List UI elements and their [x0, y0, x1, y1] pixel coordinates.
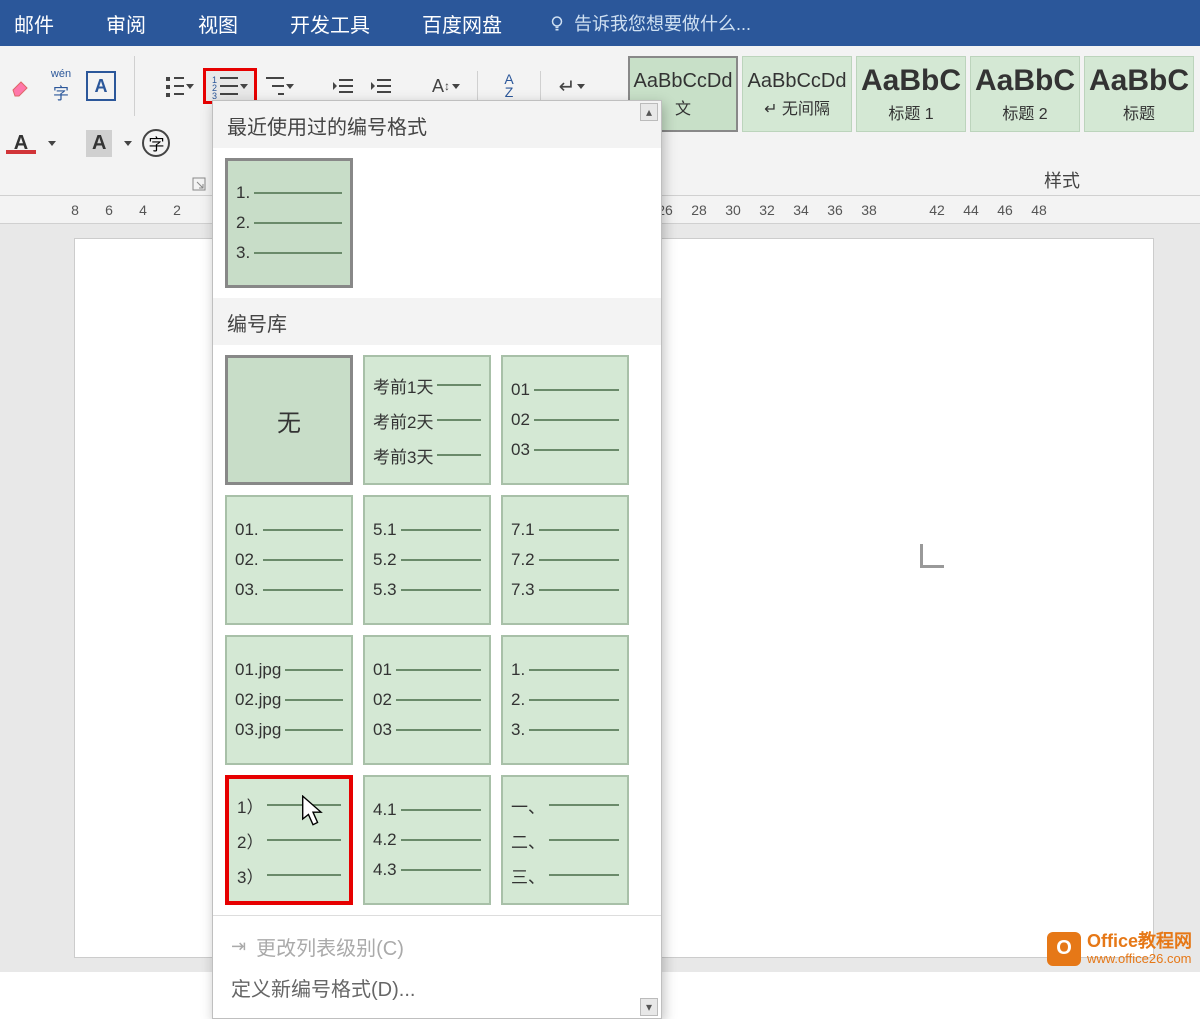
style-preview: AaBbC — [861, 64, 961, 98]
numbering-dropdown: 最近使用过的编号格式 1. 2. 3. 编号库 无 考前1天 考前2天 考前3天… — [212, 100, 662, 1019]
show-marks-button[interactable]: ↵ — [557, 71, 587, 101]
phonetic-guide-button[interactable]: wén 字 — [46, 71, 76, 101]
chevron-down-icon — [186, 84, 194, 89]
phonetic-pinyin: wén — [51, 68, 71, 80]
multilevel-list-button[interactable] — [265, 71, 295, 101]
separator — [134, 56, 135, 116]
library-format-9[interactable]: 1. 2. 3. — [501, 635, 629, 765]
library-none[interactable]: 无 — [225, 355, 353, 485]
tab-mail[interactable]: 邮件 — [8, 9, 60, 38]
chevron-down-icon — [48, 141, 56, 146]
tab-baidu[interactable]: 百度网盘 — [416, 9, 508, 38]
library-format-3[interactable]: 01 02 03 — [501, 355, 629, 485]
library-format-10[interactable]: 1） 2） 3） — [225, 775, 353, 905]
font-color-button[interactable]: A — [6, 132, 36, 154]
ruler-right-marks: 2628303234363842444648 — [650, 202, 1054, 218]
styles-gallery[interactable]: AaBbCcDd文 AaBbCcDd↵ 无间隔 AaBbC标题 1 AaBbC标… — [628, 56, 1194, 191]
tab-view[interactable]: 视图 — [192, 9, 244, 38]
separator — [540, 71, 541, 101]
phonetic-char: 字 — [53, 80, 69, 104]
library-format-8[interactable]: 01 02 03 — [363, 635, 491, 765]
style-nospacing[interactable]: AaBbCcDd↵ 无间隔 — [742, 56, 852, 132]
style-label: 标题 2 — [1002, 100, 1047, 124]
mouse-cursor — [300, 795, 326, 832]
recent-format-1[interactable]: 1. 2. 3. — [225, 158, 353, 288]
style-label: 标题 — [1123, 100, 1155, 124]
bullets-button[interactable] — [165, 71, 195, 101]
scroll-up-button[interactable]: ▴ — [640, 103, 658, 121]
chevron-down-icon — [240, 84, 248, 89]
numbering-button[interactable]: 123 — [203, 68, 257, 104]
style-label: 文 — [675, 95, 691, 119]
menu-bar: 邮件 审阅 视图 开发工具 百度网盘 告诉我您想要做什么... — [0, 0, 1200, 46]
tell-me-search[interactable]: 告诉我您想要做什么... — [548, 10, 751, 36]
library-section-title: 编号库 — [213, 298, 661, 345]
eraser-icon[interactable] — [6, 71, 36, 101]
library-format-6[interactable]: 7.1 7.2 7.3 — [501, 495, 629, 625]
watermark-brand: Office教程网 — [1087, 932, 1192, 952]
watermark-url: www.office26.com — [1087, 952, 1192, 966]
style-preview: AaBbC — [1089, 64, 1189, 98]
library-format-5[interactable]: 5.1 5.2 5.3 — [363, 495, 491, 625]
style-preview: AaBbCcDd — [634, 70, 733, 93]
scroll-down-button[interactable]: ▾ — [640, 998, 658, 1016]
enclose-char-button[interactable]: 字 — [142, 129, 170, 157]
separator — [477, 71, 478, 101]
decrease-indent-button[interactable] — [329, 71, 359, 101]
chevron-down-icon — [577, 84, 585, 89]
text-direction-button[interactable]: A↕ — [431, 71, 461, 101]
lightbulb-icon — [548, 14, 566, 32]
tab-dev[interactable]: 开发工具 — [284, 9, 376, 38]
watermark-icon: O — [1047, 932, 1081, 966]
watermark: O Office教程网 www.office26.com — [1047, 932, 1192, 966]
indent-icon: ⇥ — [231, 936, 246, 957]
change-list-level: ⇥ 更改列表级别(C) — [227, 926, 647, 967]
tell-me-placeholder: 告诉我您想要做什么... — [574, 10, 751, 36]
style-heading2[interactable]: AaBbC标题 2 — [970, 56, 1080, 132]
library-format-4[interactable]: 01. 02. 03. — [225, 495, 353, 625]
style-heading1[interactable]: AaBbC标题 1 — [856, 56, 966, 132]
increase-indent-button[interactable] — [367, 71, 397, 101]
margin-corner-mark — [920, 534, 954, 568]
library-format-11[interactable]: 4.1 4.2 4.3 — [363, 775, 491, 905]
recent-section-title: 最近使用过的编号格式 — [213, 101, 661, 148]
ruler-left-marks: 8642 — [60, 202, 192, 218]
chevron-down-icon — [452, 84, 460, 89]
dropdown-scrollbar[interactable]: ▴ ▾ — [639, 103, 659, 1016]
library-format-7[interactable]: 01.jpg 02.jpg 03.jpg — [225, 635, 353, 765]
tab-review[interactable]: 审阅 — [100, 9, 152, 38]
character-border-button[interactable]: A — [86, 71, 116, 101]
style-label: 标题 1 — [888, 100, 933, 124]
style-label: ↵ 无间隔 — [764, 95, 830, 119]
text-highlight-button[interactable]: A — [86, 130, 112, 157]
dropdown-footer: ⇥ 更改列表级别(C) 定义新编号格式(D)... — [213, 915, 661, 1018]
style-preview: AaBbCcDd — [748, 70, 847, 93]
chevron-down-icon — [286, 84, 294, 89]
dialog-launcher-icon[interactable] — [192, 177, 206, 191]
sort-button[interactable]: AZ — [494, 71, 524, 101]
chevron-down-icon — [124, 141, 132, 146]
style-preview: AaBbC — [975, 64, 1075, 98]
style-title[interactable]: AaBbC标题 — [1084, 56, 1194, 132]
styles-group-label: 样式 — [1044, 167, 1080, 193]
library-format-2[interactable]: 考前1天 考前2天 考前3天 — [363, 355, 491, 485]
define-new-format[interactable]: 定义新编号格式(D)... — [227, 967, 647, 1008]
library-format-12[interactable]: 一、 二、 三、 — [501, 775, 629, 905]
